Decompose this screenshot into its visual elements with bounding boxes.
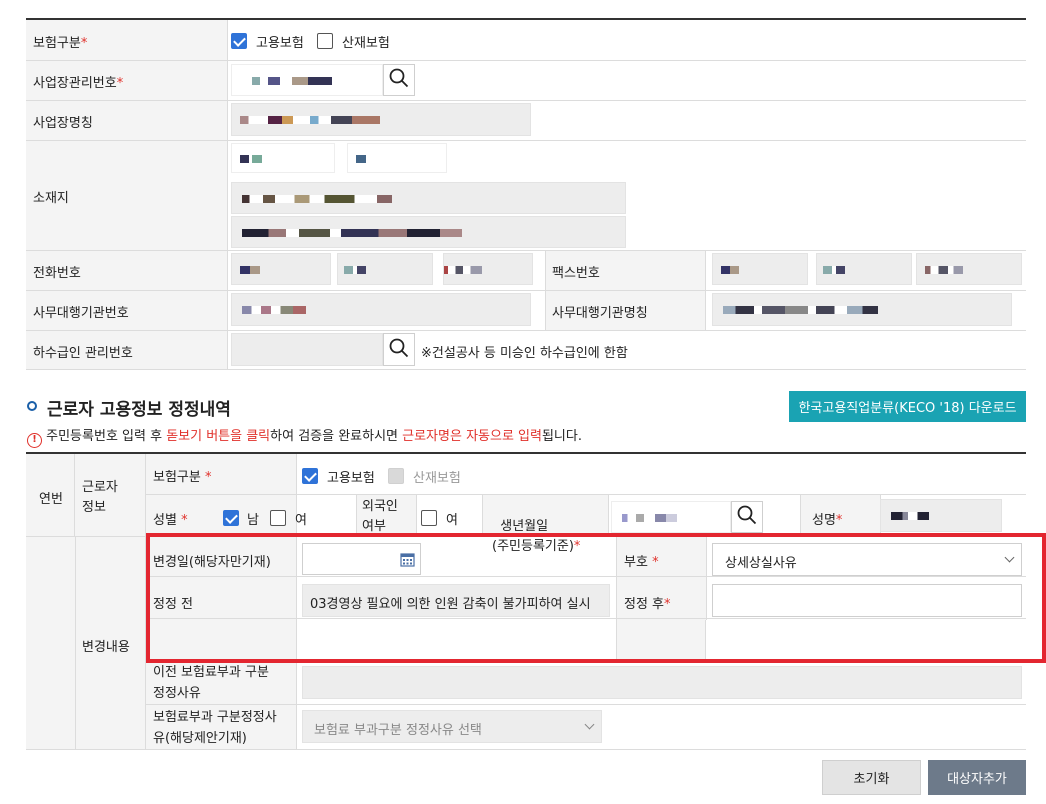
notice-text: ! 주민등록번호 입력 후 돋보기 버튼을 클릭하여 검증을 완료하시면 근로자…: [27, 425, 582, 448]
fax-input-1: [712, 253, 808, 285]
chevron-down-icon: [584, 719, 595, 730]
fax-input-2: [816, 253, 912, 285]
phone-label: 전화번호: [33, 266, 81, 281]
agency-name-input: [712, 293, 1012, 326]
business-name-label: 사업장명칭: [33, 116, 93, 131]
keco-download-button[interactable]: 한국고용직업분류(KECO '18) 다운로드: [789, 391, 1026, 422]
name-label: 성명*: [812, 513, 843, 528]
subcontract-search-button[interactable]: [383, 333, 415, 366]
highlight-mask: [150, 620, 1042, 659]
industrial-insurance-checkbox[interactable]: [317, 33, 333, 49]
birth-input[interactable]: [611, 501, 731, 533]
worker-industrial-checkbox: [388, 468, 404, 484]
subcontract-input[interactable]: [231, 333, 383, 366]
business-no-label: 사업장관리번호*: [33, 76, 124, 91]
foreigner-checkbox[interactable]: [421, 510, 437, 526]
section-title: 근로자 고용정보 정정내역: [47, 400, 231, 420]
change-section-label: 변경내용: [82, 640, 130, 655]
birth-search-button[interactable]: [731, 501, 763, 533]
gender-female-label: 여: [295, 513, 307, 528]
business-no-input[interactable]: [231, 64, 383, 96]
foreigner-female-label: 여: [446, 513, 458, 528]
employment-insurance-label: 고용보험: [256, 36, 304, 51]
address-label: 소재지: [33, 191, 69, 206]
agency-name-label: 사무대행기관명칭: [552, 306, 648, 321]
reason-label: 보험료부과 구분정정사 유(해당제안기재): [153, 710, 277, 746]
worker-employment-label: 고용보험: [327, 471, 375, 486]
address-input-2: [231, 216, 626, 248]
worker-info-label: 근로자 정보: [82, 480, 118, 515]
search-icon: [389, 68, 409, 92]
phone-input-2: [337, 253, 433, 285]
add-target-button[interactable]: 대상자추가: [928, 760, 1026, 795]
subcontract-label: 하수급인 관리번호: [33, 346, 133, 361]
phone-input-3: [443, 253, 533, 285]
worker-insurance-type-label: 보험구분 *: [153, 470, 212, 485]
phone-input-1: [231, 253, 331, 285]
reset-button[interactable]: 초기화: [822, 760, 921, 795]
gender-female-checkbox[interactable]: [270, 510, 286, 526]
subcontract-note: ※건설공사 등 미승인 하수급인에 한함: [421, 346, 628, 361]
business-name-input: [231, 103, 531, 136]
reason-select[interactable]: 보험료 부과구분 정정사유 선택: [302, 710, 602, 743]
seq-label: 연번: [39, 492, 63, 507]
prev-reason-label: 이전 보험료부과 구분 정정사유: [153, 665, 269, 701]
warning-icon: !: [27, 433, 42, 448]
industrial-insurance-label: 산재보험: [342, 36, 390, 51]
gender-male-label: 남: [247, 513, 259, 528]
worker-industrial-label: 산재보험: [413, 471, 461, 486]
insurance-type-label: 보험구분*: [33, 36, 88, 51]
zipcode-input-1: [231, 143, 335, 173]
agency-no-label: 사무대행기관번호: [33, 306, 129, 321]
business-no-search-button[interactable]: [383, 64, 415, 96]
section-bullet-icon: [27, 401, 37, 411]
search-icon: [737, 505, 757, 529]
name-input: [880, 499, 1002, 532]
foreigner-label: 외국인 여부: [362, 499, 398, 534]
worker-employment-checkbox[interactable]: [302, 468, 318, 484]
prev-reason-input: [302, 666, 1022, 699]
fax-label: 팩스번호: [552, 266, 600, 281]
employment-insurance-checkbox[interactable]: [231, 33, 247, 49]
address-input-1: [231, 182, 626, 214]
search-icon: [389, 338, 409, 362]
gender-male-checkbox[interactable]: [223, 510, 239, 526]
fax-input-3: [916, 253, 1022, 285]
zipcode-input-2: [347, 143, 447, 173]
agency-no-input: [231, 293, 531, 326]
gender-label: 성별 *: [153, 513, 188, 528]
